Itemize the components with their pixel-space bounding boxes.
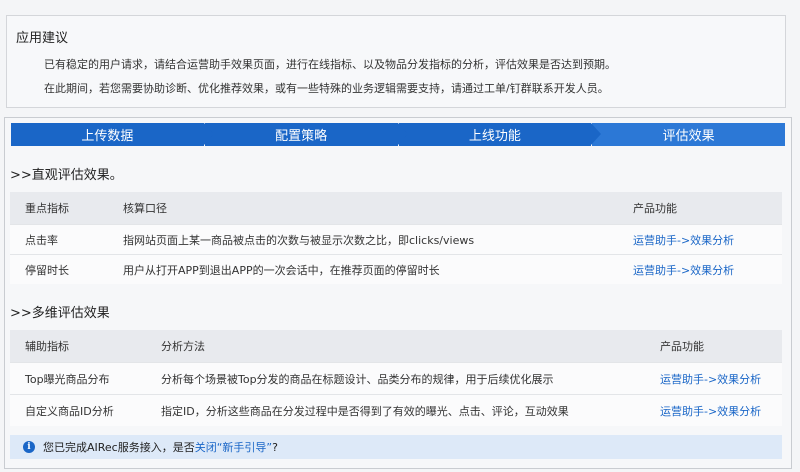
application-advice-box: 应用建议 已有稳定的用户请求，请结合运营助手效果页面，进行在线指标、以及物品分发… xyxy=(6,15,786,108)
row-metric: 自定义商品ID分析 xyxy=(25,404,114,418)
step-go-live[interactable]: 上线功能 xyxy=(398,123,602,146)
section-title-direct: >>直观评估效果。 xyxy=(10,168,123,183)
step-evaluate-effect[interactable]: 评估效果 xyxy=(592,123,785,146)
section-title-multi: >>多维评估效果 xyxy=(10,306,110,321)
row-desc: 指定ID，分析这些商品在分发过程中是否得到了有效的曝光、点击、评论，互动效果 xyxy=(161,404,569,418)
row-metric: 停留时长 xyxy=(25,263,69,277)
step-label: 上线功能 xyxy=(468,129,521,144)
header-metric: 重点指标 xyxy=(25,202,69,215)
row-metric: 点击率 xyxy=(25,233,58,247)
step-arrow-icon xyxy=(397,123,408,145)
row-desc: 用户从打开APP到退出APP的一次会话中，在推荐页面的停留时长 xyxy=(123,263,440,277)
table-row: 停留时长 用户从打开APP到退出APP的一次会话中，在推荐页面的停留时长 运营助… xyxy=(10,254,782,284)
row-desc: 分析每个场景被Top分发的商品在标题设计、品类分布的规律，用于后续优化展示 xyxy=(161,372,554,386)
header-metric: 辅助指标 xyxy=(25,340,69,353)
notice-text: 您已完成AIRec服务接入，是否 xyxy=(43,441,195,454)
table-header: 重点指标 核算口径 产品功能 xyxy=(10,192,782,224)
step-label: 配置策略 xyxy=(275,129,328,144)
close-guide-link[interactable]: 关闭“新手引导” xyxy=(195,439,272,455)
step-arrow-icon xyxy=(591,123,602,145)
header-feature: 产品功能 xyxy=(660,340,704,353)
advice-title: 应用建议 xyxy=(16,31,69,46)
step-bar: 上传数据 配置策略 上线功能 评估效果 xyxy=(11,123,785,146)
effect-analysis-link[interactable]: 运营助手->效果分析 xyxy=(660,395,761,426)
header-feature: 产品功能 xyxy=(633,202,677,215)
effect-analysis-link[interactable]: 运营助手->效果分析 xyxy=(633,225,734,254)
step-label: 上传数据 xyxy=(81,129,134,144)
table-row: 点击率 指网站页面上某一商品被点击的次数与被显示次数之比，即clicks/vie… xyxy=(10,224,782,254)
step-upload-data[interactable]: 上传数据 xyxy=(11,123,214,146)
header-calc: 核算口径 xyxy=(123,202,167,215)
info-icon: i xyxy=(23,441,35,453)
table-row: 自定义商品ID分析 指定ID，分析这些商品在分发过程中是否得到了有效的曝光、点击… xyxy=(10,394,782,426)
advice-text-2: 在此期间，若您需要协助诊断、优化推荐效果，或有一些特殊的业务逻辑需要支持，请通过… xyxy=(44,82,609,95)
step-arrow-icon xyxy=(203,123,214,145)
header-method: 分析方法 xyxy=(161,340,205,353)
step-label: 评估效果 xyxy=(662,129,715,144)
row-desc: 指网站页面上某一商品被点击的次数与被显示次数之比，即clicks/views xyxy=(123,233,475,247)
step-config-strategy[interactable]: 配置策略 xyxy=(204,123,408,146)
guide-notice-bar: i 您已完成AIRec服务接入，是否 关闭“新手引导” ? xyxy=(10,435,782,459)
row-metric: Top曝光商品分布 xyxy=(25,372,110,386)
table-row: Top曝光商品分布 分析每个场景被Top分发的商品在标题设计、品类分布的规律，用… xyxy=(10,362,782,394)
table-header: 辅助指标 分析方法 产品功能 xyxy=(10,330,782,362)
effect-analysis-link[interactable]: 运营助手->效果分析 xyxy=(633,255,734,284)
advice-text-1: 已有稳定的用户请求，请结合运营助手效果页面，进行在线指标、以及物品分发指标的分析… xyxy=(44,58,616,71)
notice-question-mark: ? xyxy=(272,440,278,454)
effect-analysis-link[interactable]: 运营助手->效果分析 xyxy=(660,363,761,394)
